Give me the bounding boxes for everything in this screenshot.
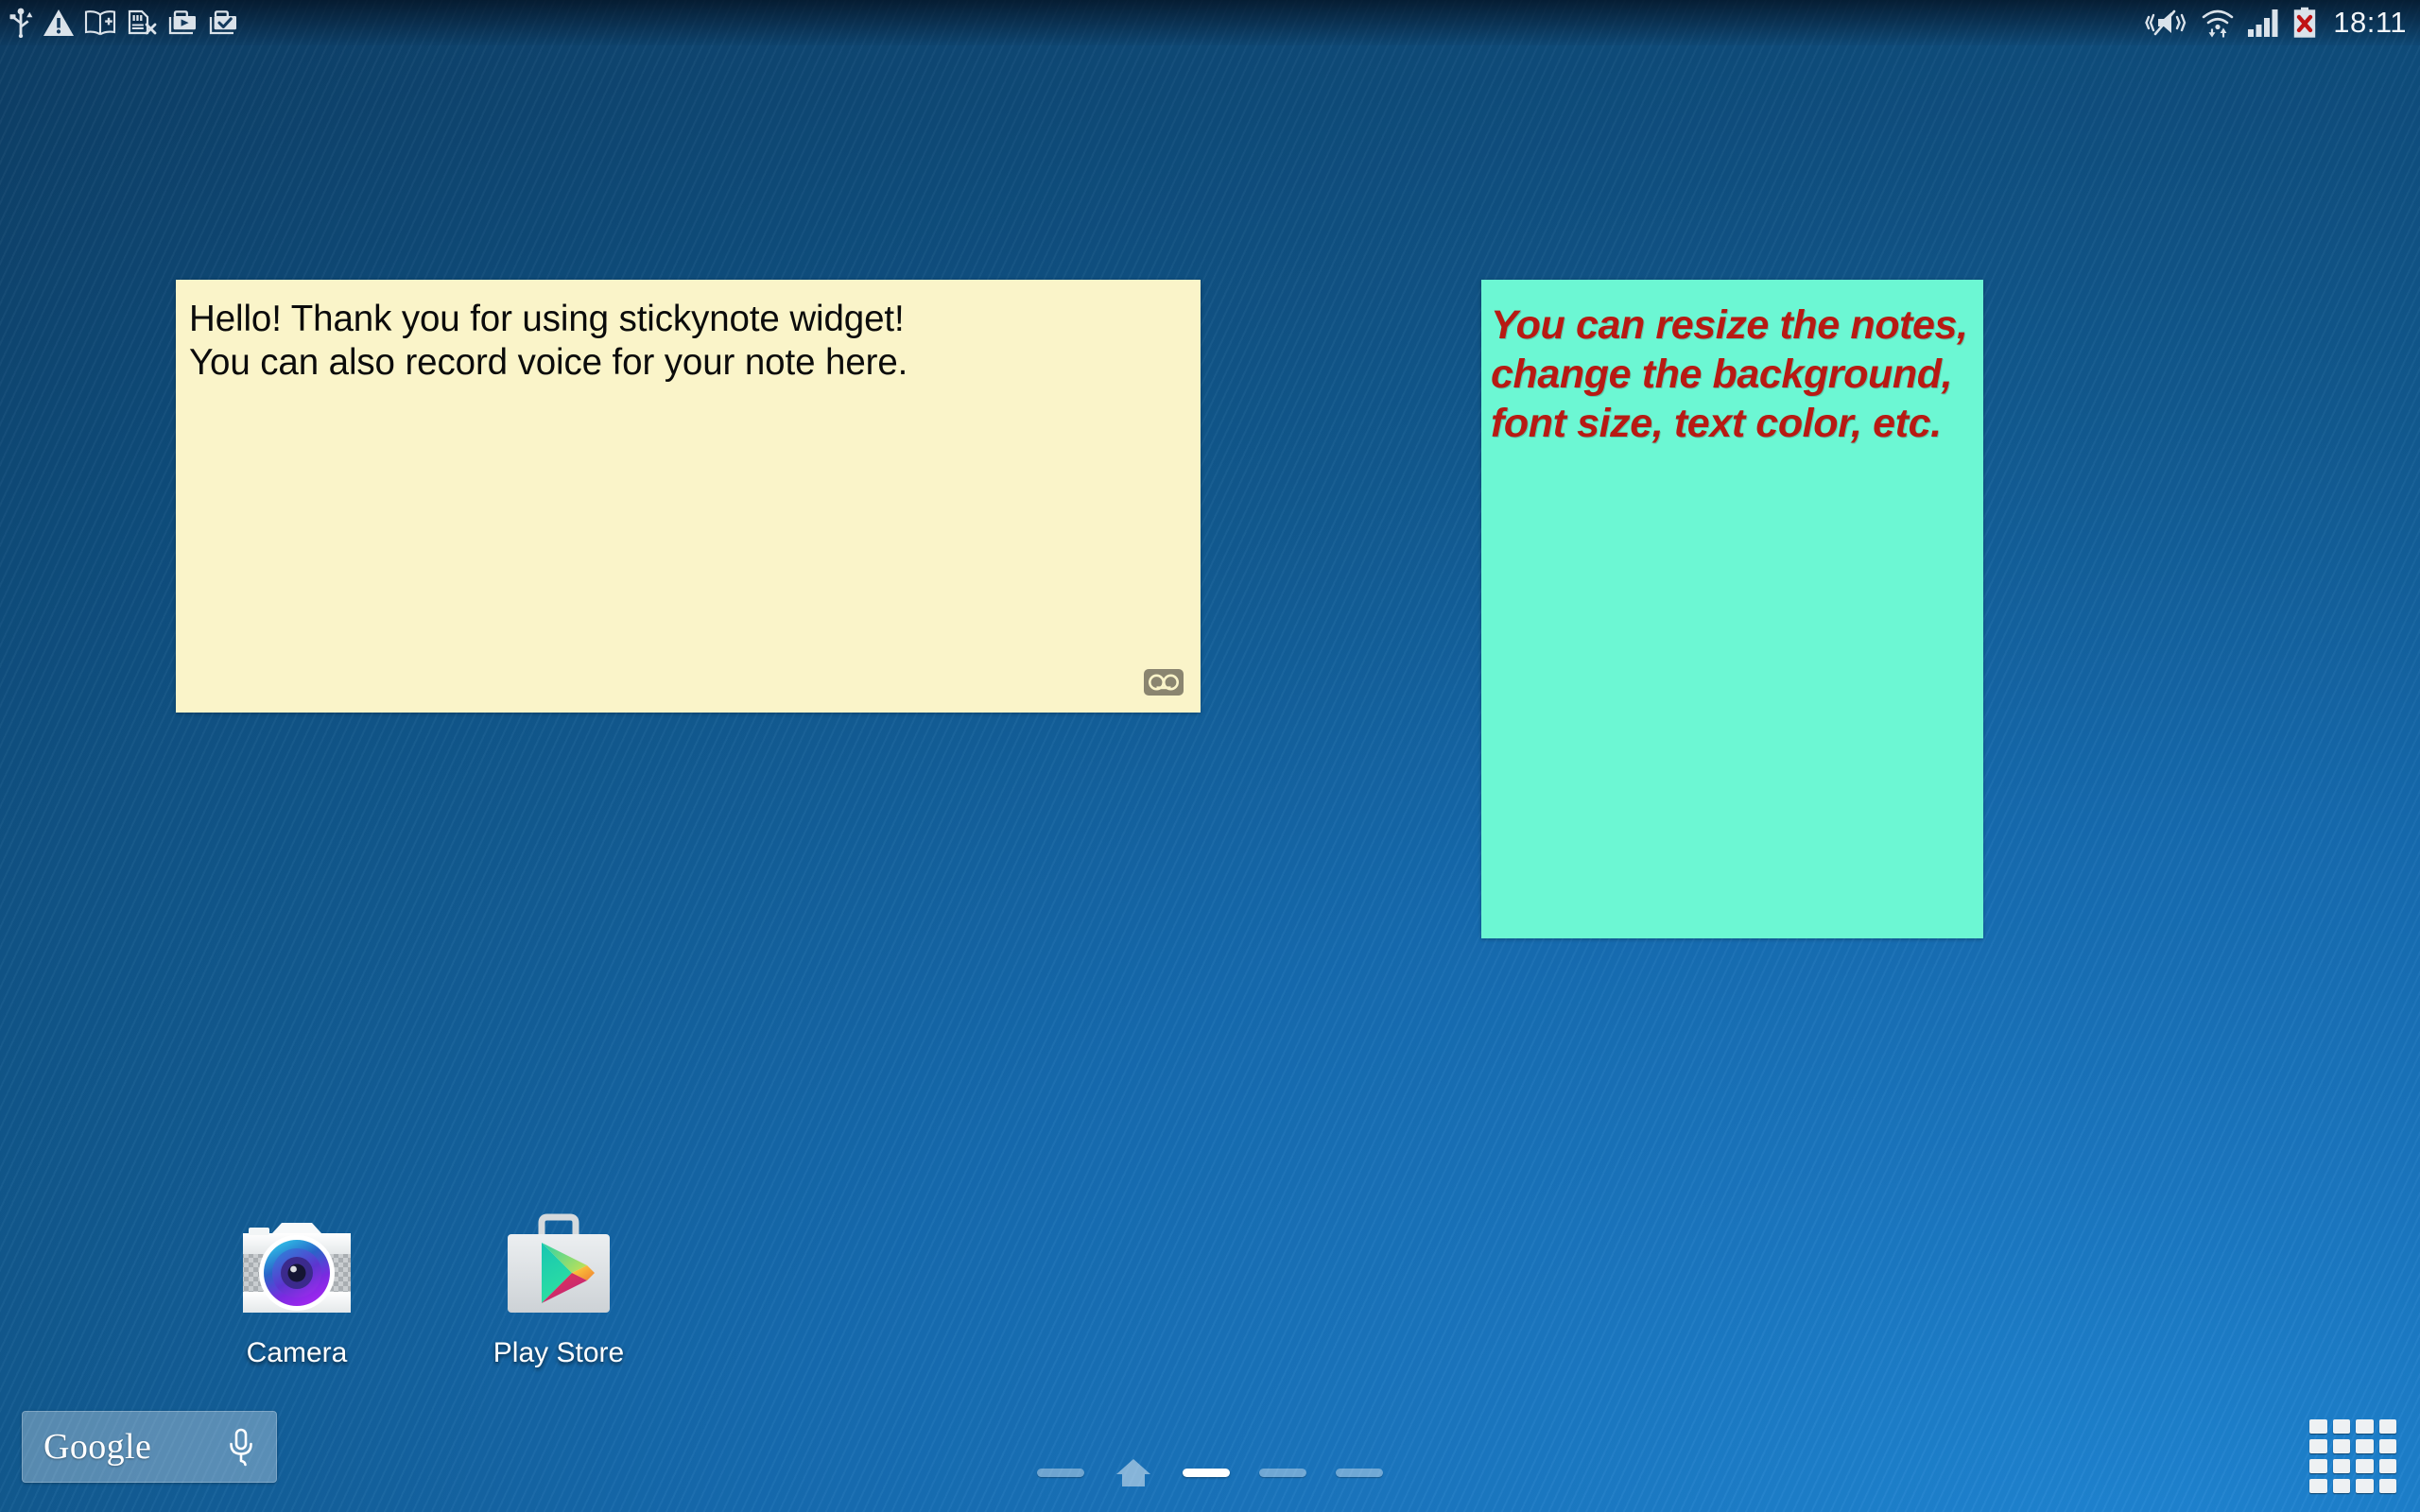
- voice-recorder-icon[interactable]: [1144, 669, 1184, 700]
- grid-cell: [2332, 1419, 2350, 1434]
- status-bar[interactable]: 18:11: [0, 0, 2420, 45]
- grid-cell: [2378, 1439, 2396, 1453]
- app-shortcut-camera[interactable]: Camera: [198, 1211, 396, 1369]
- page-dash-3-active[interactable]: [1183, 1468, 1230, 1477]
- page-dash-1[interactable]: [1037, 1468, 1084, 1477]
- sticky-note-yellow-text: Hello! Thank you for using stickynote wi…: [189, 299, 908, 383]
- grid-cell: [2332, 1439, 2350, 1453]
- book-add-icon: [84, 10, 116, 36]
- app-shortcut-playstore[interactable]: Play Store: [459, 1211, 658, 1369]
- usb-icon: [9, 8, 33, 38]
- page-indicator: [0, 1455, 2420, 1489]
- grid-cell: [2332, 1479, 2350, 1493]
- home-screen: 18:11 Hello! Thank you for using stickyn…: [0, 0, 2420, 1512]
- grid-cell: [2309, 1419, 2327, 1434]
- app-label-playstore: Play Store: [493, 1337, 625, 1368]
- home-page-icon[interactable]: [1114, 1455, 1153, 1489]
- page-dash-5[interactable]: [1336, 1468, 1383, 1477]
- grid-cell: [2378, 1419, 2396, 1434]
- sticky-note-green-text: You can resize the notes, change the bac…: [1491, 302, 1968, 447]
- sticky-note-yellow[interactable]: Hello! Thank you for using stickynote wi…: [176, 280, 1201, 713]
- app-label-camera: Camera: [246, 1337, 348, 1368]
- grid-cell: [2309, 1479, 2327, 1493]
- apps-grid-icon[interactable]: [2309, 1419, 2396, 1493]
- grid-cell: [2309, 1459, 2327, 1473]
- signal-bars-icon: [2248, 9, 2278, 37]
- grid-cell: [2356, 1459, 2374, 1473]
- grid-cell: [2356, 1439, 2374, 1453]
- grid-cell: [2378, 1459, 2396, 1473]
- camera-icon: [243, 1223, 351, 1313]
- playstore-icon: [508, 1213, 610, 1313]
- briefcase-play-icon: [168, 10, 196, 35]
- wifi-data-icon: [2202, 9, 2234, 38]
- grid-cell: [2332, 1459, 2350, 1473]
- status-clock: 18:11: [2333, 6, 2407, 39]
- sdcard-removed-icon: [128, 9, 157, 35]
- sticky-note-green[interactable]: You can resize the notes, change the bac…: [1481, 280, 1983, 938]
- warning-icon: [43, 9, 74, 36]
- grid-cell: [2356, 1419, 2374, 1434]
- vibrate-mute-icon: [2145, 9, 2187, 36]
- notification-icons: [8, 8, 239, 38]
- grid-cell: [2378, 1479, 2396, 1493]
- grid-cell: [2356, 1479, 2374, 1493]
- battery-error-icon: [2294, 7, 2316, 38]
- grid-cell: [2309, 1439, 2327, 1453]
- system-status-icons: 18:11: [2145, 6, 2407, 40]
- page-dash-4[interactable]: [1259, 1468, 1306, 1477]
- briefcase-check-icon: [209, 10, 236, 35]
